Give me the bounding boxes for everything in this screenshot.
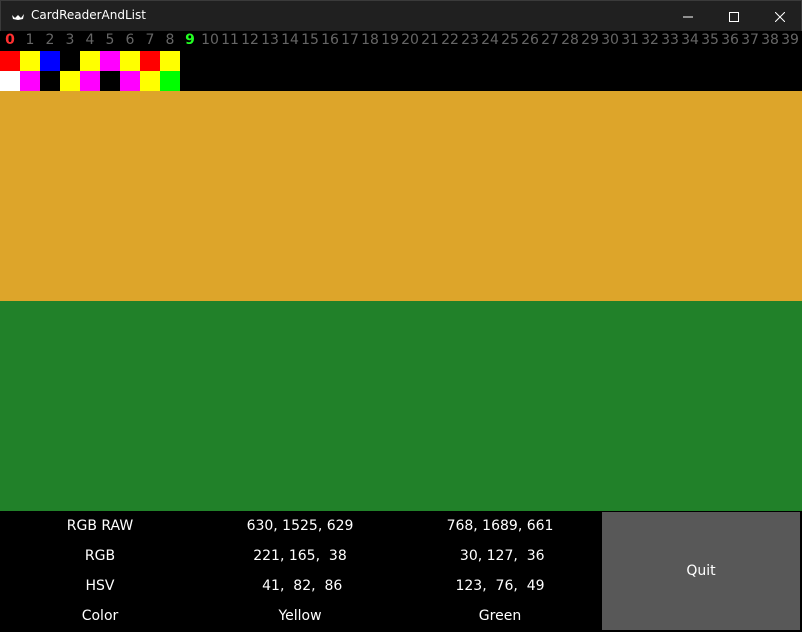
card-number-31: 31 [621, 32, 639, 48]
app-bird-icon [11, 9, 25, 23]
card-cell-top-8 [160, 51, 180, 71]
card-number-15: 15 [301, 32, 319, 48]
card-cell-bottom-3 [60, 71, 80, 91]
card-number-39: 39 [781, 32, 799, 48]
card-number-7: 7 [145, 32, 155, 48]
left-sensor-color-bar [0, 91, 802, 301]
card-number-strip: 0 1 2 3 4 5 6 7 8 9 10 11 12 13 14 15 16 17 18 19 20 21 22 23 24… [0, 31, 802, 51]
card-number-24: 24 [481, 32, 499, 48]
maximize-icon [729, 7, 739, 26]
card-cell-top-7 [140, 51, 160, 71]
info-left-value: 630, 1525, 629 [246, 518, 354, 534]
card-number-36: 36 [721, 32, 739, 48]
info-right-value: Green [478, 608, 522, 624]
card-number-23: 23 [461, 32, 479, 48]
info-left-value: Yellow [278, 608, 322, 624]
card-number-38: 38 [761, 32, 779, 48]
info-row-label: RGB RAW [66, 518, 134, 534]
card-number-28: 28 [561, 32, 579, 48]
right-sensor-color-bar [0, 301, 802, 511]
card-cell-top-4 [80, 51, 100, 71]
card-number-6: 6 [125, 32, 135, 48]
card-number-33: 33 [661, 32, 679, 48]
card-cell-top-5 [100, 51, 120, 71]
card-cell-top-1 [20, 51, 40, 71]
card-number-37: 37 [741, 32, 759, 48]
info-row-label: HSV [85, 578, 115, 594]
card-cell-bottom-8 [160, 71, 180, 91]
card-cell-top-0 [0, 51, 20, 71]
card-number-18: 18 [361, 32, 379, 48]
card-number-10: 10 [201, 32, 219, 48]
card-number-25: 25 [501, 32, 519, 48]
close-button[interactable] [757, 1, 802, 32]
info-left-value: 221, 165, 38 [253, 548, 347, 564]
maximize-button[interactable] [711, 1, 757, 32]
card-number-13: 13 [261, 32, 279, 48]
card-cell-bottom-7 [140, 71, 160, 91]
card-number-35: 35 [701, 32, 719, 48]
card-cell-top-3 [60, 51, 80, 71]
card-number-29: 29 [581, 32, 599, 48]
card-number-2: 2 [45, 32, 55, 48]
card-number-1: 1 [25, 32, 35, 48]
card-number-14: 14 [281, 32, 299, 48]
card-number-19: 19 [381, 32, 399, 48]
quit-button[interactable]: Quit [602, 512, 800, 630]
info-left-value: 41, 82, 86 [257, 578, 343, 594]
card-cell-top-2 [40, 51, 60, 71]
close-icon [774, 7, 786, 26]
info-row-label: RGB [84, 548, 116, 564]
title-bar[interactable]: CardReaderAndList [0, 0, 802, 31]
info-row-label: Color [81, 608, 119, 624]
card-number-22: 22 [441, 32, 459, 48]
card-cell-bottom-0 [0, 71, 20, 91]
info-right-value: 123, 76, 49 [455, 578, 545, 594]
card-cell-top-6 [120, 51, 140, 71]
card-cell-bottom-1 [20, 71, 40, 91]
card-cell-bottom-6 [120, 71, 140, 91]
card-number-5: 5 [105, 32, 115, 48]
minimize-icon [683, 7, 693, 26]
card-number-17: 17 [341, 32, 359, 48]
card-cell-bottom-2 [40, 71, 60, 91]
card-number-11: 11 [221, 32, 239, 48]
info-right-value: 30, 127, 36 [455, 548, 545, 564]
card-number-20: 20 [401, 32, 419, 48]
card-number-9: 9 [185, 32, 195, 48]
card-number-21: 21 [421, 32, 439, 48]
card-cell-bottom-4 [80, 71, 100, 91]
card-number-16: 16 [321, 32, 339, 48]
card-number-4: 4 [85, 32, 95, 48]
card-number-34: 34 [681, 32, 699, 48]
card-number-27: 27 [541, 32, 559, 48]
card-number-0: 0 [5, 32, 15, 48]
card-cell-bottom-5 [100, 71, 120, 91]
minimize-button[interactable] [665, 1, 711, 32]
card-number-32: 32 [641, 32, 659, 48]
info-right-value: 768, 1689, 661 [446, 518, 554, 534]
card-number-26: 26 [521, 32, 539, 48]
card-number-12: 12 [241, 32, 259, 48]
card-number-30: 30 [601, 32, 619, 48]
card-number-8: 8 [165, 32, 175, 48]
card-number-3: 3 [65, 32, 75, 48]
window-title: CardReaderAndList [31, 8, 146, 22]
